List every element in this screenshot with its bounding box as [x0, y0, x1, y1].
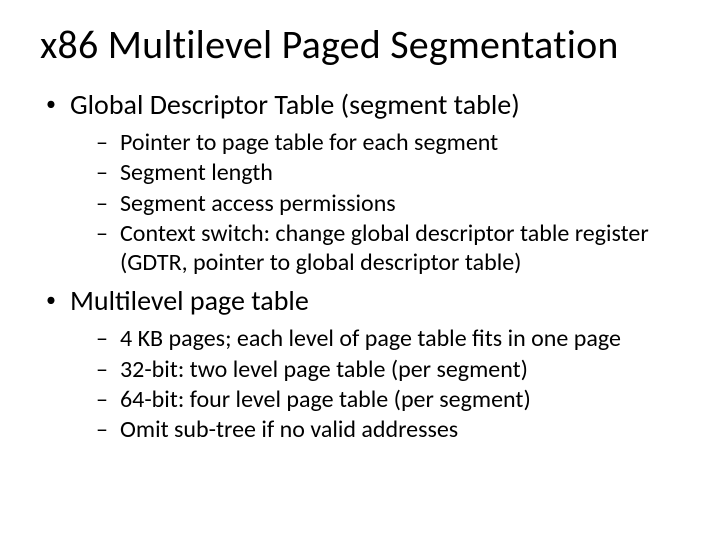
bullet-level2: – 64-bit: four level page table (per seg… — [96, 385, 690, 414]
bullet-level2-text: 64-bit: four level page table (per segme… — [120, 385, 690, 414]
bullet-dash-icon: – — [96, 324, 110, 353]
bullet-level2: – Segment access permissions — [96, 189, 690, 218]
bullet-dash-icon: – — [96, 158, 110, 187]
bullet-level2-text: Context switch: change global descriptor… — [120, 219, 690, 278]
bullet-level1-text: Multilevel page table — [70, 283, 309, 318]
slide: x86 Multilevel Paged Segmentation • Glob… — [0, 0, 720, 540]
bullet-level2: – Segment length — [96, 158, 690, 187]
bullet-level2-text: Segment length — [120, 158, 690, 187]
bullet-level1: • Multilevel page table — [40, 283, 690, 318]
bullet-dash-icon: – — [96, 219, 110, 248]
bullet-dot-icon: • — [46, 283, 56, 317]
bullet-dot-icon: • — [46, 87, 56, 121]
bullet-level2-text: Pointer to page table for each segment — [120, 128, 690, 157]
bullet-level2: – Context switch: change global descript… — [96, 219, 690, 278]
bullet-dash-icon: – — [96, 415, 110, 444]
bullet-level2-text: 32-bit: two level page table (per segmen… — [120, 355, 690, 384]
bullet-dash-icon: – — [96, 385, 110, 414]
bullet-dash-icon: – — [96, 355, 110, 384]
bullet-level2-text: 4 KB pages; each level of page table fit… — [120, 324, 690, 353]
bullet-level2-text: Segment access permissions — [120, 189, 690, 218]
bullet-level2: – Omit sub-tree if no valid addresses — [96, 415, 690, 444]
bullet-level2: – 32-bit: two level page table (per segm… — [96, 355, 690, 384]
slide-title: x86 Multilevel Paged Segmentation — [40, 20, 690, 69]
bullet-level2: – 4 KB pages; each level of page table f… — [96, 324, 690, 353]
bullet-dash-icon: – — [96, 189, 110, 218]
bullet-level2-text: Omit sub-tree if no valid addresses — [120, 415, 690, 444]
bullet-level1: • Global Descriptor Table (segment table… — [40, 87, 690, 122]
bullet-dash-icon: – — [96, 128, 110, 157]
bullet-level2: – Pointer to page table for each segment — [96, 128, 690, 157]
bullet-level1-text: Global Descriptor Table (segment table) — [70, 87, 520, 122]
